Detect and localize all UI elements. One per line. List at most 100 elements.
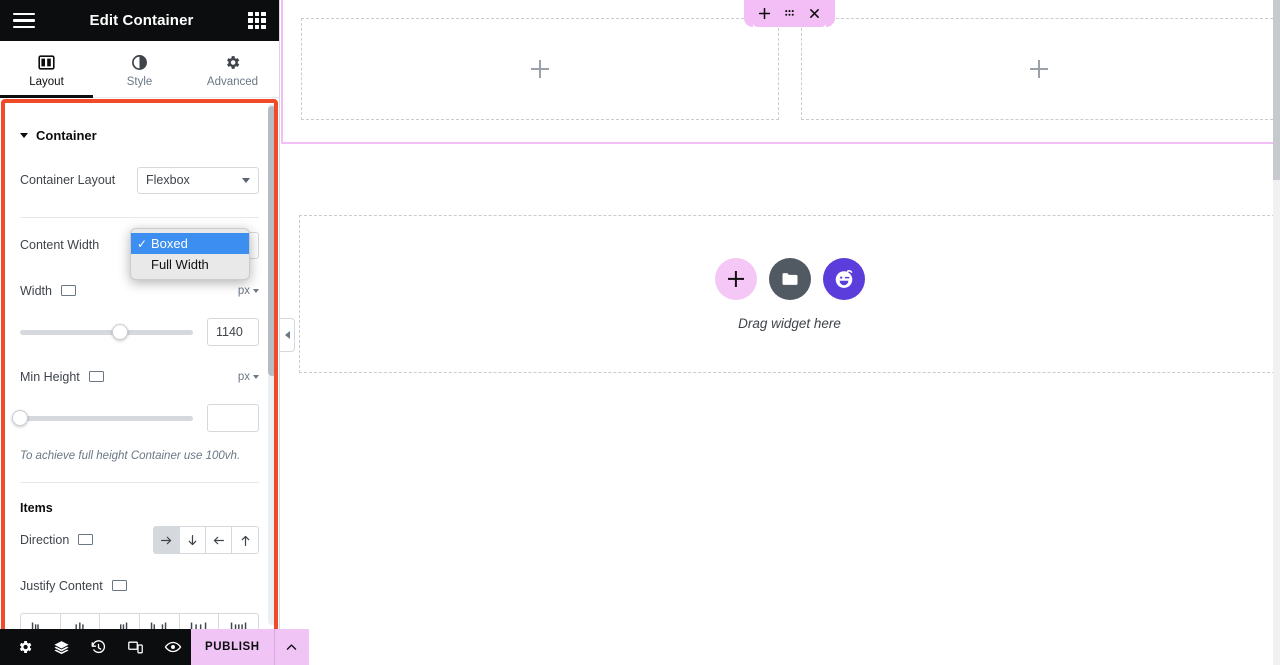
tab-layout[interactable]: Layout <box>0 41 93 98</box>
hamburger-menu-icon[interactable] <box>13 12 35 29</box>
direction-row-reverse-button[interactable] <box>206 527 232 553</box>
bottom-bar-icons <box>0 629 191 665</box>
dropdown-option-boxed[interactable]: ✓ Boxed <box>131 233 249 254</box>
publish-area: PUBLISH <box>191 629 309 665</box>
items-section-title: Items <box>20 501 53 515</box>
min-height-slider-knob[interactable] <box>12 410 28 426</box>
responsive-mode-icon[interactable] <box>117 629 154 665</box>
justify-content-label: Justify Content <box>20 579 103 593</box>
empty-column-placeholder[interactable] <box>800 18 1278 120</box>
settings-gear-icon[interactable] <box>6 629 43 665</box>
editor-panel: Edit Container Layout Style Advanced Con… <box>0 0 280 665</box>
width-label: Width <box>20 284 52 298</box>
contrast-circle-icon <box>131 54 148 71</box>
direction-choices <box>153 526 259 554</box>
min-height-unit-selector[interactable]: px <box>238 371 259 383</box>
canvas-scrollbar-thumb[interactable] <box>1273 0 1280 180</box>
width-input[interactable]: 1140 <box>207 318 259 346</box>
width-slider-track[interactable] <box>20 324 193 340</box>
preview-eye-icon[interactable] <box>154 629 191 665</box>
tab-style[interactable]: Style <box>93 41 186 97</box>
control-justify-content: Justify Content <box>0 563 279 630</box>
tab-advanced-label: Advanced <box>206 75 259 88</box>
direction-column-button[interactable] <box>180 527 206 553</box>
apps-grid-icon[interactable] <box>248 11 266 30</box>
content-width-label: Content Width <box>20 238 100 252</box>
section-container-header[interactable]: Container <box>0 100 279 157</box>
layout-columns-icon <box>38 54 55 71</box>
tab-style-label: Style <box>126 75 153 88</box>
width-value: 1140 <box>216 325 243 339</box>
folder-icon <box>782 272 797 285</box>
panel-tabs: Layout Style Advanced <box>0 41 279 98</box>
container-layout-value: Flexbox <box>146 173 190 187</box>
ai-smiley-icon <box>835 269 852 288</box>
element-floating-toolbar <box>744 0 835 27</box>
justify-space-between-button[interactable] <box>140 614 180 630</box>
width-unit-selector[interactable]: px <box>238 285 259 297</box>
control-width: Width px 1140 <box>0 268 279 354</box>
plus-icon <box>728 271 744 287</box>
panel-scrollbar-thumb[interactable] <box>268 106 276 376</box>
dropdown-option-full-width[interactable]: Full Width <box>131 254 249 275</box>
add-template-button[interactable] <box>768 257 811 300</box>
chevron-down-icon <box>242 177 250 183</box>
editor-canvas: Drag widget here <box>281 0 1280 665</box>
dropdown-option-boxed-label: Boxed <box>151 236 188 251</box>
justify-center-button[interactable] <box>60 614 101 630</box>
panel-body: Container Container Layout Flexbox Conte <box>0 100 279 630</box>
width-slider-knob[interactable] <box>112 324 129 340</box>
tab-layout-label: Layout <box>29 75 64 88</box>
close-x-icon[interactable] <box>802 0 827 27</box>
empty-container-drop-area[interactable]: Drag widget here <box>299 215 1280 373</box>
responsive-monitor-icon[interactable] <box>88 371 104 383</box>
elementor-ai-button[interactable] <box>822 257 865 300</box>
empty-column-placeholder[interactable] <box>301 18 779 120</box>
elementor-editor: Edit Container Layout Style Advanced Con… <box>0 0 1280 665</box>
items-section-title-wrap: Items <box>0 487 279 517</box>
chevron-down-icon <box>253 375 259 379</box>
control-direction: Direction <box>0 517 279 563</box>
control-min-height: Min Height px <box>0 354 279 440</box>
chevron-left-icon <box>284 331 290 339</box>
content-width-dropdown-menu: ✓ Boxed Full Width <box>130 228 250 280</box>
panel-title: Edit Container <box>89 12 194 29</box>
drop-area-label: Drag widget here <box>738 315 841 331</box>
justify-space-around-button[interactable] <box>179 614 220 630</box>
tab-advanced[interactable]: Advanced <box>186 41 279 97</box>
add-element-button[interactable] <box>752 0 777 27</box>
publish-options-button[interactable] <box>275 629 309 665</box>
min-height-slider-track[interactable] <box>12 410 193 426</box>
justify-start-button[interactable] <box>21 614 61 630</box>
min-height-unit-label: px <box>237 371 250 383</box>
container-columns <box>301 18 1278 120</box>
navigator-layers-icon[interactable] <box>43 629 80 665</box>
justify-space-evenly-button[interactable] <box>219 614 258 630</box>
responsive-monitor-icon[interactable] <box>111 580 127 592</box>
control-container-layout: Container Layout Flexbox <box>0 157 279 203</box>
drop-area-buttons <box>714 257 865 300</box>
chevron-down-icon <box>253 289 259 293</box>
section-container-title: Container <box>36 128 97 143</box>
publish-button[interactable]: PUBLISH <box>191 641 274 653</box>
direction-column-reverse-button[interactable] <box>232 527 258 553</box>
container-layout-label: Container Layout <box>20 173 116 187</box>
container-layout-select[interactable]: Flexbox <box>137 166 259 194</box>
direction-row-button[interactable] <box>154 527 180 553</box>
dropdown-option-full-width-label: Full Width <box>151 257 209 272</box>
check-icon: ✓ <box>137 236 148 251</box>
history-clock-icon[interactable] <box>80 629 117 665</box>
justify-end-button[interactable] <box>100 614 141 630</box>
divider <box>20 217 259 218</box>
panel-collapse-handle[interactable] <box>280 318 295 352</box>
min-height-input[interactable] <box>207 404 259 432</box>
width-unit-label: px <box>237 285 250 297</box>
drag-handle-icon[interactable] <box>777 0 802 27</box>
editor-bottom-bar: PUBLISH <box>0 629 309 665</box>
caret-down-icon <box>20 133 28 138</box>
responsive-monitor-icon[interactable] <box>78 534 94 546</box>
add-widget-button[interactable] <box>714 257 757 300</box>
divider <box>20 482 259 483</box>
responsive-monitor-icon[interactable] <box>60 285 76 297</box>
direction-label: Direction <box>20 533 70 547</box>
